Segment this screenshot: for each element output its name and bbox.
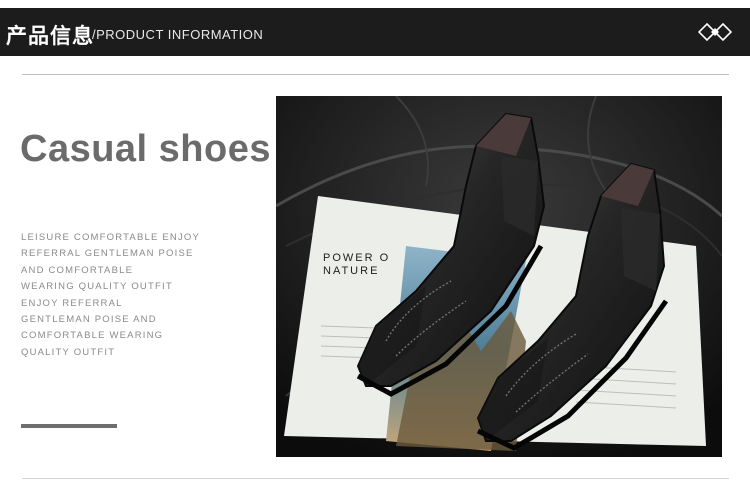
description-line: COMFORTABLE WEARING — [21, 330, 164, 342]
magazine-headline-1: POWER O — [323, 252, 390, 264]
description-line: QUALITY OUTFIT — [21, 346, 116, 358]
description-line: LEISURE COMFORTABLE ENJOY — [21, 232, 201, 243]
diamond-logo-icon — [698, 22, 732, 42]
description-line: AND COMFORTABLE — [21, 264, 134, 276]
bottom-divider — [22, 478, 729, 479]
product-photo-illustration: POWER O NATURE — [276, 96, 722, 457]
product-description: LEISURE COMFORTABLE ENJOY REFERRAL GENTL… — [21, 230, 221, 361]
header-bar: 产品信息 /PRODUCT INFORMATION — [0, 8, 750, 56]
description-line: GENTLEMAN POISE AND — [21, 314, 157, 326]
product-photo: POWER O NATURE — [276, 96, 722, 457]
description-line: ENJOY REFERRAL — [21, 297, 123, 309]
description-line: WEARING QUALITY OUTFIT — [21, 281, 173, 293]
magazine-headline-2: NATURE — [323, 265, 379, 277]
product-title: Casual shoes — [20, 128, 271, 170]
description-line: REFERRAL GENTLEMAN POISE — [21, 248, 194, 260]
accent-bar — [21, 424, 117, 428]
header-title-en: /PRODUCT INFORMATION — [92, 27, 264, 42]
top-divider — [22, 74, 729, 75]
header-title-cn: 产品信息 — [6, 24, 94, 48]
